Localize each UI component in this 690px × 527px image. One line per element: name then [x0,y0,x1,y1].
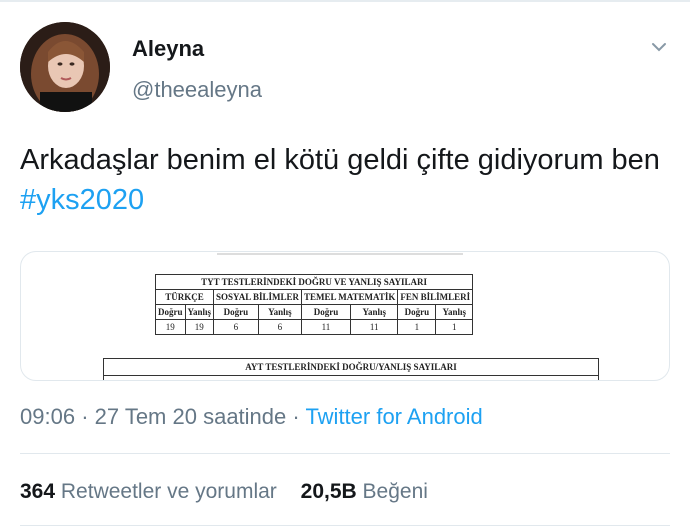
table-cell: 1 [397,319,437,335]
table-subheader: Doğru [300,304,352,320]
table-title: TYT TESTLERİNDEKİ DOĞRU VE YANLIŞ SAYILA… [154,274,474,290]
likes-stat[interactable]: 20,5B Beğeni [301,480,428,503]
section-header: SOSYAL BİLİMLER [213,289,302,305]
section-header: FEN BİLİMLERİ [397,289,474,305]
table-subheader: Yanlış [435,304,474,320]
table-cell: 11 [300,319,352,335]
table-cell: 19 [155,319,186,335]
meta-separator: · [81,404,89,429]
chevron-down-icon[interactable] [648,36,670,58]
divider [20,525,670,526]
likes-count: 20,5B [300,480,357,503]
avatar-photo [20,22,110,112]
ayt-results-table: AYT TESTLERİNDEKİ DOĞRU/YANLIŞ SAYILARI [103,358,599,380]
section-header: TÜRKÇE [154,289,215,305]
display-name[interactable]: Aleyna [132,36,204,62]
top-divider [0,0,690,2]
tweet-text: Arkadaşlar benim el kötü geldi çifte gid… [20,140,660,220]
table-subheader: Yanlış [184,304,215,320]
table-cell: 6 [257,319,302,335]
tweet-date: 27 Tem 20 saatinde [94,404,287,429]
retweets-stat[interactable]: 364 Retweetler ve yorumlar [20,480,277,503]
table-subheader: Doğru [397,304,437,320]
tweet-time: 09:06 [20,404,76,429]
user-handle[interactable]: @theealeyna [132,77,262,103]
tweet-source-link[interactable]: Twitter for Android [305,404,482,429]
retweets-count: 364 [20,480,56,503]
table-subheader: Doğru [213,304,259,320]
section-header: TEMEL MATEMATİK [300,289,399,305]
tweet-body: Arkadaşlar benim el kötü geldi çifte gid… [20,144,660,176]
meta-separator: · [292,404,300,429]
table-row-cut [103,375,599,380]
table-subheader: Doğru [155,304,186,320]
table-cell: 11 [349,319,399,335]
table-subheader: Yanlış [349,304,399,320]
tweet-media-image[interactable]: TYT TESTLERİNDEKİ DOĞRU VE YANLIŞ SAYILA… [20,251,670,381]
table-subheader: Yanlış [257,304,302,320]
tyt-results-table: TYT TESTLERİNDEKİ DOĞRU VE YANLIŞ SAYILA… [154,274,474,335]
table-title: AYT TESTLERİNDEKİ DOĞRU/YANLIŞ SAYILARI [103,358,599,376]
table-cell: 6 [213,319,259,335]
avatar[interactable] [20,22,110,112]
retweets-label: Retweetler ve yorumlar [60,480,277,503]
tweet-stats: 364 Retweetler ve yorumlar 20,5B Beğeni [20,480,446,504]
table-cell: 1 [435,319,474,335]
hashtag-link[interactable]: #yks2020 [20,184,144,216]
tweet-meta: 09:06 · 27 Tem 20 saatinde · Twitter for… [20,404,483,430]
table-cell: 19 [184,319,215,335]
divider [20,453,670,454]
likes-label: Beğeni [362,480,428,503]
